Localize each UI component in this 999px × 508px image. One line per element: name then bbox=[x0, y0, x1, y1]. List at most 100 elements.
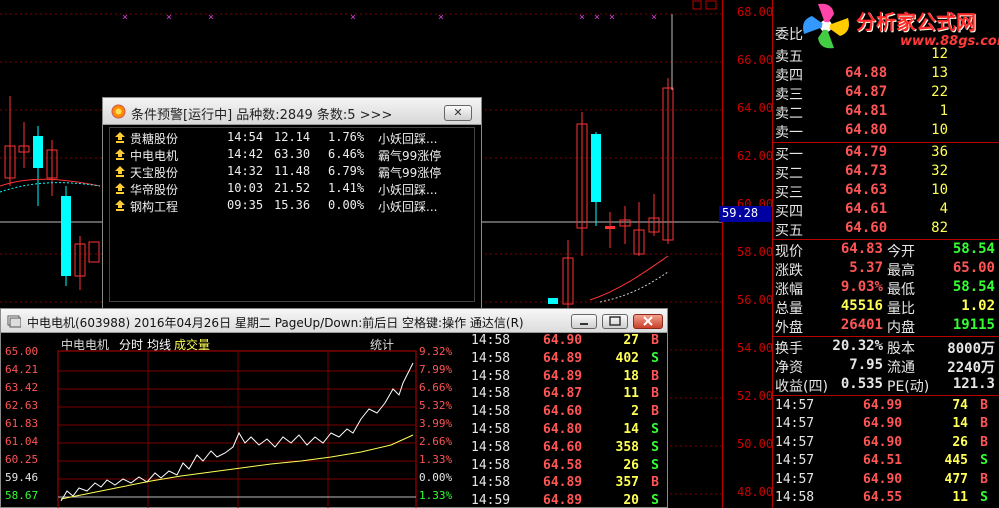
trade-side: B bbox=[980, 398, 988, 413]
maximize-icon bbox=[609, 316, 621, 326]
price-tick: 62.00 bbox=[737, 149, 774, 163]
trade-side: B bbox=[651, 386, 659, 402]
intraday-trade-row: 14:58 64.60 2 B bbox=[469, 404, 665, 422]
intraday-trade-row: 14:58 64.90 27 B bbox=[469, 333, 665, 351]
intraday-window[interactable]: 中电电机(603988) 2016年04月26日 星期二 PageUp/Down… bbox=[0, 308, 668, 508]
bid-row: 买四 64.61 4 bbox=[773, 201, 999, 220]
alert-price: 12.14 bbox=[274, 130, 311, 144]
bid-label: 买二 bbox=[775, 166, 803, 182]
close-button[interactable]: ✕ bbox=[444, 105, 472, 121]
stat-label: 量比 bbox=[887, 301, 915, 317]
trade-volume: 18 bbox=[623, 368, 639, 384]
alert-stock-name: 贵糖股份 bbox=[130, 132, 179, 146]
alert-list[interactable]: 贵糖股份 14:54 12.14 1.76% 小妖回踩... 中电电机 14:42 63.30… bbox=[109, 127, 475, 302]
alert-change: 1.41% bbox=[328, 181, 365, 195]
alert-price: 11.48 bbox=[274, 164, 311, 178]
window-title: 中电电机(603988) 2016年04月26日 星期二 PageUp/Down… bbox=[27, 316, 524, 330]
alert-row[interactable]: 钢构工程 09:35 15.36 0.00% 小妖回踩... bbox=[110, 198, 470, 215]
fundamental-label: 换手 bbox=[775, 341, 803, 357]
trade-volume: 14 bbox=[623, 422, 639, 437]
svg-text:×: × bbox=[166, 12, 172, 23]
price-tick: 66.00 bbox=[737, 53, 774, 67]
bid-row: 买三 64.63 10 bbox=[773, 182, 999, 201]
ask-row: 卖四 64.88 13 bbox=[773, 65, 999, 84]
alert-stock-name: 华帝股份 bbox=[130, 183, 179, 197]
intraday-trade-row: 14:58 64.58 26 S bbox=[469, 458, 665, 476]
fundamental-row: 净资 7.95 流通 2240万 bbox=[773, 357, 999, 376]
alert-stock-name: 钢构工程 bbox=[130, 200, 179, 214]
trade-price: 64.89 bbox=[543, 493, 583, 508]
alert-price: 21.52 bbox=[274, 181, 311, 195]
y-price-label: 62.63 bbox=[5, 399, 39, 412]
y-price-label: 61.04 bbox=[5, 435, 39, 448]
stat-label: 最高 bbox=[887, 263, 915, 279]
divider bbox=[773, 239, 999, 240]
trade-price: 64.60 bbox=[543, 404, 583, 420]
alert-arrow-icon bbox=[115, 183, 125, 194]
maximize-button[interactable] bbox=[602, 314, 628, 329]
price-line bbox=[60, 362, 414, 502]
svg-text:×: × bbox=[350, 12, 356, 23]
y-price-label: 64.21 bbox=[5, 363, 39, 376]
stat-value: 58.54 bbox=[952, 279, 995, 295]
fundamental-label: 流通 bbox=[887, 360, 915, 376]
stat-row: 外盘 26401 内盘 19115 bbox=[773, 317, 999, 336]
trade-volume: 27 bbox=[623, 333, 639, 348]
fundamental-label: 股本 bbox=[887, 341, 915, 357]
trade-price: 64.90 bbox=[863, 416, 903, 432]
alert-row[interactable]: 贵糖股份 14:54 12.14 1.76% 小妖回踩... bbox=[110, 130, 470, 147]
trade-volume: 26 bbox=[952, 434, 968, 450]
average-line bbox=[60, 434, 414, 500]
bid-row: 买二 64.73 32 bbox=[773, 163, 999, 182]
trade-price: 64.87 bbox=[543, 386, 583, 402]
condition-alert-dialog[interactable]: 条件预警[运行中] 品种数:2849 条数:5 >>> ✕ 贵糖股份 14:54 1… bbox=[102, 97, 482, 309]
ask-price: 64.81 bbox=[845, 103, 888, 119]
y-price-label: 59.46 bbox=[5, 471, 39, 484]
stat-row: 涨跌 5.37 最高 65.00 bbox=[773, 260, 999, 279]
fundamental-value: 2240万 bbox=[947, 360, 995, 376]
bid-label: 买一 bbox=[775, 147, 803, 163]
close-icon bbox=[643, 316, 653, 326]
trade-time: 14:58 bbox=[471, 333, 511, 348]
ask-row: 卖一 64.80 10 bbox=[773, 122, 999, 141]
bid-row: 买五 64.60 82 bbox=[773, 220, 999, 239]
trade-row: 14:57 64.90 477 B bbox=[773, 472, 999, 490]
trade-side: S bbox=[651, 457, 659, 473]
trade-side: B bbox=[651, 333, 659, 348]
stat-value: 9.03% bbox=[840, 279, 883, 295]
window-icon bbox=[7, 315, 21, 328]
alert-arrow-icon bbox=[115, 200, 125, 211]
bid-price: 64.61 bbox=[845, 201, 888, 217]
svg-text:×: × bbox=[609, 12, 615, 23]
logo-url[interactable]: www.88gs.com bbox=[900, 34, 999, 49]
window-titlebar[interactable]: 中电电机(603988) 2016年04月26日 星期二 PageUp/Down… bbox=[1, 309, 667, 333]
trade-price: 64.90 bbox=[863, 434, 903, 450]
trade-time: 14:58 bbox=[471, 404, 511, 420]
ask-volume: 1 bbox=[939, 103, 948, 119]
app-icon bbox=[111, 104, 126, 119]
trade-price: 64.58 bbox=[543, 457, 583, 473]
alert-condition: 小妖回踩... bbox=[378, 132, 438, 146]
intraday-chart[interactable] bbox=[1, 333, 467, 508]
stat-value: 5.37 bbox=[849, 260, 883, 276]
minimize-button[interactable] bbox=[571, 314, 597, 329]
stat-value: 45516 bbox=[840, 298, 883, 314]
dialog-titlebar[interactable]: 条件预警[运行中] 品种数:2849 条数:5 >>> ✕ bbox=[103, 98, 481, 125]
fundamental-label: PE(动) bbox=[887, 379, 930, 395]
trade-time: 14:58 bbox=[471, 368, 511, 384]
close-button[interactable] bbox=[633, 314, 663, 329]
alert-condition: 霸气99涨停 bbox=[378, 149, 442, 163]
stat-value: 58.54 bbox=[952, 241, 995, 257]
y-percent-label: 7.99% bbox=[419, 363, 453, 376]
top-right-controls bbox=[692, 0, 717, 10]
stat-label: 涨跌 bbox=[775, 263, 803, 279]
trade-price: 64.55 bbox=[863, 490, 903, 505]
trade-time: 14:59 bbox=[471, 493, 511, 508]
bid-volume: 36 bbox=[931, 144, 948, 160]
alert-row[interactable]: 天宝股份 14:32 11.48 6.79% 霸气99涨停 bbox=[110, 164, 470, 181]
alert-row[interactable]: 中电电机 14:42 63.30 6.46% 霸气99涨停 bbox=[110, 147, 470, 164]
trade-price: 64.90 bbox=[863, 471, 903, 487]
trade-time: 14:58 bbox=[471, 386, 511, 402]
alert-row[interactable]: 华帝股份 10:03 21.52 1.41% 小妖回踩... bbox=[110, 181, 470, 198]
ask-price: 64.88 bbox=[845, 65, 888, 81]
